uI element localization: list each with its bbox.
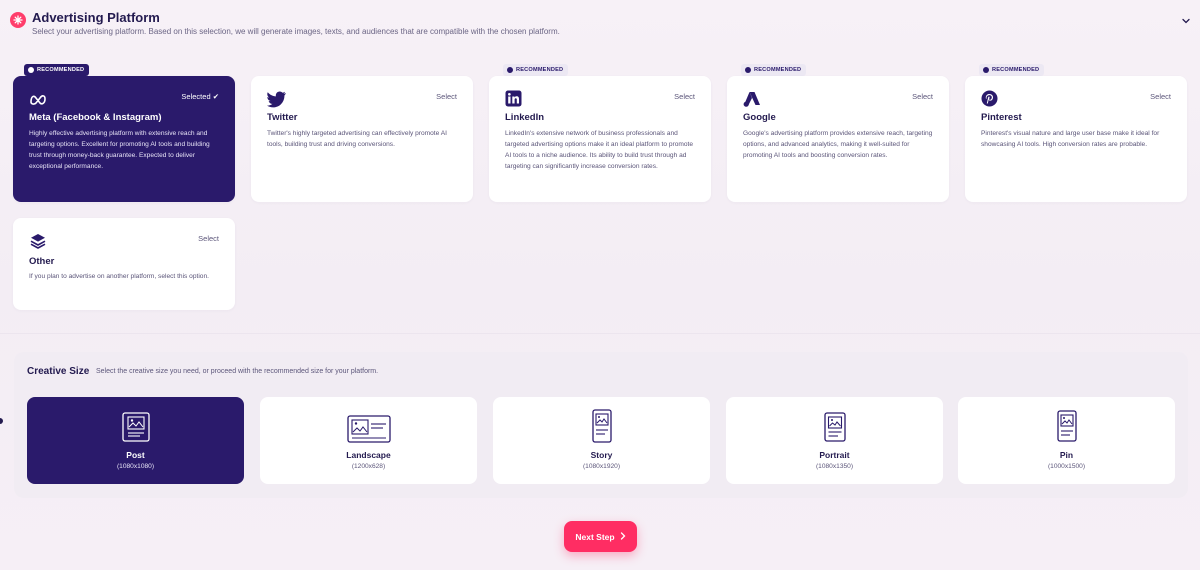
platform-card-twitter[interactable]: Select Twitter Twitter's highly targeted…: [251, 76, 473, 202]
page-title: Advertising Platform: [32, 10, 160, 25]
size-name: Story: [590, 450, 613, 460]
info-icon: [983, 67, 989, 73]
platform-card-google[interactable]: Select Google Google's advertising platf…: [727, 76, 949, 202]
landscape-icon: [346, 415, 391, 448]
platform-description: Highly effective advertising platform wi…: [29, 130, 210, 170]
selected-label: Selected ✔: [181, 92, 219, 101]
platform-description: Pinterest's visual nature and large user…: [981, 130, 1160, 148]
post-icon: [121, 412, 150, 447]
size-option-portrait[interactable]: Portrait (1080x1350): [726, 397, 943, 484]
size-dimensions: (1000x1500): [1047, 463, 1086, 470]
size-name: Portrait: [819, 450, 850, 460]
recommended-badge: RECOMMENDED: [741, 64, 807, 76]
platform-card-other[interactable]: Select Other If you plan to advertise on…: [13, 218, 235, 310]
size-dimensions: (1080x1350): [815, 463, 854, 470]
pinterest-icon: [981, 90, 999, 108]
page-subtitle: Select your advertising platform. Based …: [32, 27, 560, 36]
platform-card-linkedin[interactable]: Select LinkedIn LinkedIn's extensive net…: [489, 76, 711, 202]
size-name: Pin: [1059, 450, 1074, 460]
portrait-icon: [823, 412, 846, 447]
twitter-icon: [267, 90, 286, 108]
platform-name: Twitter: [267, 112, 298, 123]
select-label: Select: [674, 92, 695, 101]
google-ads-icon: [743, 90, 761, 108]
select-label: Select: [912, 92, 933, 101]
recommended-badge: RECOMMENDED: [24, 64, 90, 76]
creative-size-section: Creative Size Select the creative size y…: [14, 352, 1188, 498]
size-name: Landscape: [346, 450, 391, 460]
size-option-pin[interactable]: Pin (1000x1500): [958, 397, 1175, 484]
select-label: Select: [198, 234, 219, 243]
next-step-button[interactable]: Next Step: [564, 521, 637, 552]
header: Advertising Platform Select your adverti…: [0, 0, 1200, 50]
size-dimensions: (1200x628): [351, 463, 386, 470]
info-icon: [745, 67, 751, 73]
platform-name: LinkedIn: [505, 112, 545, 123]
section-divider: [0, 333, 1200, 334]
size-dimensions: (1080x1920): [582, 463, 621, 470]
info-icon: [507, 67, 513, 73]
chevron-right-icon: [620, 531, 626, 542]
platform-card-meta[interactable]: Selected ✔ Meta (Facebook & Instagram) H…: [13, 76, 235, 202]
size-name: Post: [126, 450, 145, 460]
platform-description: If you plan to advertise on another plat…: [29, 273, 209, 280]
platform-description: Twitter's highly targeted advertising ca…: [267, 130, 447, 148]
platform-description: LinkedIn's extensive network of business…: [505, 130, 694, 170]
checkmark-icon: ✔: [212, 92, 219, 101]
size-option-story[interactable]: Story (1080x1920): [493, 397, 710, 484]
platform-name: Other: [29, 256, 55, 267]
info-icon: [28, 67, 34, 73]
platform-name: Google: [743, 112, 776, 123]
size-option-landscape[interactable]: Landscape (1200x628): [260, 397, 477, 484]
platform-name: Pinterest: [981, 112, 1022, 123]
size-dimensions: (1080x1080): [116, 463, 155, 470]
platform-name: Meta (Facebook & Instagram): [29, 112, 162, 123]
chevron-down-icon[interactable]: [1180, 14, 1192, 26]
section-title: Creative Size: [27, 366, 90, 377]
select-label: Select: [436, 92, 457, 101]
layers-icon: [29, 232, 47, 250]
recommended-badge: RECOMMENDED: [979, 64, 1045, 76]
section-subtitle: Select the creative size you need, or pr…: [96, 368, 379, 375]
linkedin-icon: [505, 90, 523, 108]
select-label: Select: [1150, 92, 1171, 101]
next-step-label: Next Step: [575, 531, 615, 542]
platform-logo-icon: [10, 12, 26, 28]
platform-description: Google's advertising platform provides e…: [743, 130, 933, 159]
side-handle: [0, 418, 3, 424]
story-icon: [591, 409, 612, 448]
pin-icon: [1056, 410, 1077, 447]
recommended-badge: RECOMMENDED: [503, 64, 569, 76]
meta-icon: [29, 90, 47, 108]
platform-card-pinterest[interactable]: Select Pinterest Pinterest's visual natu…: [965, 76, 1187, 202]
size-option-post[interactable]: Post (1080x1080): [27, 397, 244, 484]
